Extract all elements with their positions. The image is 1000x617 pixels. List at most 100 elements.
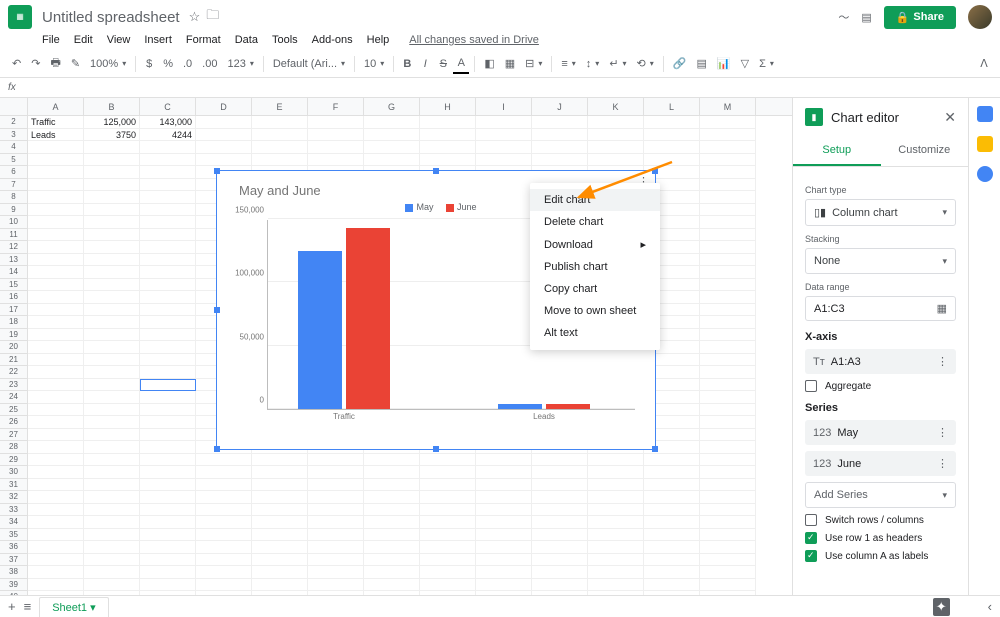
add-sheet-icon[interactable]: + [8, 599, 16, 614]
cell[interactable] [140, 204, 196, 217]
cell[interactable]: 4244 [140, 129, 196, 142]
cell[interactable] [700, 404, 756, 417]
cell[interactable] [28, 479, 84, 492]
row-header[interactable]: 3 [0, 129, 28, 142]
cell[interactable] [28, 391, 84, 404]
cell[interactable] [700, 379, 756, 392]
cell[interactable] [84, 179, 140, 192]
row-header[interactable]: 26 [0, 416, 28, 429]
functions-icon[interactable]: Σ [755, 56, 778, 72]
cell[interactable] [644, 129, 700, 142]
cell[interactable] [196, 141, 252, 154]
cell[interactable] [476, 141, 532, 154]
print-icon[interactable]: 🖶 [46, 51, 64, 76]
cell[interactable] [588, 529, 644, 542]
cell[interactable] [476, 491, 532, 504]
sheet-tab[interactable]: Sheet1 ▾ [39, 597, 108, 617]
cell[interactable] [84, 216, 140, 229]
cell[interactable] [140, 491, 196, 504]
row-header[interactable]: 31 [0, 479, 28, 492]
tab-customize[interactable]: Customize [881, 136, 969, 166]
cell[interactable] [420, 541, 476, 554]
cell[interactable]: 143,000 [140, 116, 196, 129]
cell[interactable] [84, 416, 140, 429]
cell[interactable] [140, 266, 196, 279]
cell[interactable] [700, 166, 756, 179]
cell[interactable] [588, 454, 644, 467]
cell[interactable] [308, 516, 364, 529]
row-header[interactable]: 20 [0, 341, 28, 354]
cell[interactable] [420, 141, 476, 154]
cell[interactable] [84, 516, 140, 529]
cell[interactable] [140, 141, 196, 154]
share-button[interactable]: 🔒Share [884, 6, 956, 29]
cell[interactable] [700, 229, 756, 242]
cell[interactable] [28, 229, 84, 242]
cell[interactable] [196, 116, 252, 129]
halign-icon[interactable]: ≡ [557, 56, 579, 72]
row-header[interactable]: 34 [0, 516, 28, 529]
chart-icon[interactable]: 📊 [713, 54, 735, 73]
cell[interactable] [700, 354, 756, 367]
row-header[interactable]: 37 [0, 554, 28, 567]
cell[interactable] [196, 529, 252, 542]
row-header[interactable]: 36 [0, 541, 28, 554]
comment-icon[interactable]: ▤ [861, 11, 871, 24]
cell[interactable] [28, 579, 84, 592]
cell[interactable] [532, 566, 588, 579]
cell[interactable] [140, 216, 196, 229]
fill-color-icon[interactable]: ◧ [480, 54, 498, 73]
cell[interactable] [476, 504, 532, 517]
strike-icon[interactable]: S [435, 55, 451, 73]
cell[interactable] [28, 429, 84, 442]
cell[interactable] [420, 529, 476, 542]
resize-handle[interactable] [433, 446, 439, 452]
cell[interactable] [84, 279, 140, 292]
cell[interactable] [252, 116, 308, 129]
cell[interactable] [252, 129, 308, 142]
menu-help[interactable]: Help [367, 34, 390, 46]
ctx-move-sheet[interactable]: Move to own sheet [530, 300, 660, 322]
cell[interactable] [308, 579, 364, 592]
resize-handle[interactable] [214, 446, 220, 452]
cell[interactable] [140, 154, 196, 167]
cell[interactable] [476, 479, 532, 492]
cell[interactable] [588, 516, 644, 529]
cell[interactable] [700, 204, 756, 217]
cell[interactable] [84, 404, 140, 417]
cell[interactable] [476, 579, 532, 592]
sheets-logo[interactable]: ▦ [8, 5, 32, 29]
cell[interactable]: 3750 [84, 129, 140, 142]
cell[interactable] [476, 554, 532, 567]
cell[interactable] [700, 366, 756, 379]
redo-icon[interactable]: ↷ [27, 54, 44, 73]
cell[interactable] [588, 579, 644, 592]
cell[interactable] [140, 279, 196, 292]
cell[interactable] [700, 454, 756, 467]
cell[interactable] [140, 541, 196, 554]
cell[interactable] [700, 316, 756, 329]
cell[interactable] [420, 554, 476, 567]
cell[interactable] [644, 554, 700, 567]
cell[interactable] [28, 179, 84, 192]
cell[interactable] [140, 229, 196, 242]
cell[interactable] [700, 266, 756, 279]
aggregate-checkbox[interactable]: Aggregate [805, 380, 956, 392]
cell[interactable] [84, 579, 140, 592]
cell[interactable] [28, 454, 84, 467]
cell[interactable] [532, 579, 588, 592]
text-color-icon[interactable]: A [453, 54, 469, 74]
cell[interactable] [28, 166, 84, 179]
cell[interactable] [700, 304, 756, 317]
cell[interactable] [532, 554, 588, 567]
cell[interactable] [28, 154, 84, 167]
doc-title[interactable]: Untitled spreadsheet [42, 9, 180, 26]
cell[interactable] [476, 541, 532, 554]
save-status[interactable]: All changes saved in Drive [409, 34, 539, 46]
cell[interactable] [252, 566, 308, 579]
col-header[interactable]: K [588, 98, 644, 115]
star-icon[interactable]: ☆ [189, 9, 201, 25]
cell[interactable] [84, 341, 140, 354]
cell[interactable] [308, 529, 364, 542]
cell[interactable] [364, 491, 420, 504]
